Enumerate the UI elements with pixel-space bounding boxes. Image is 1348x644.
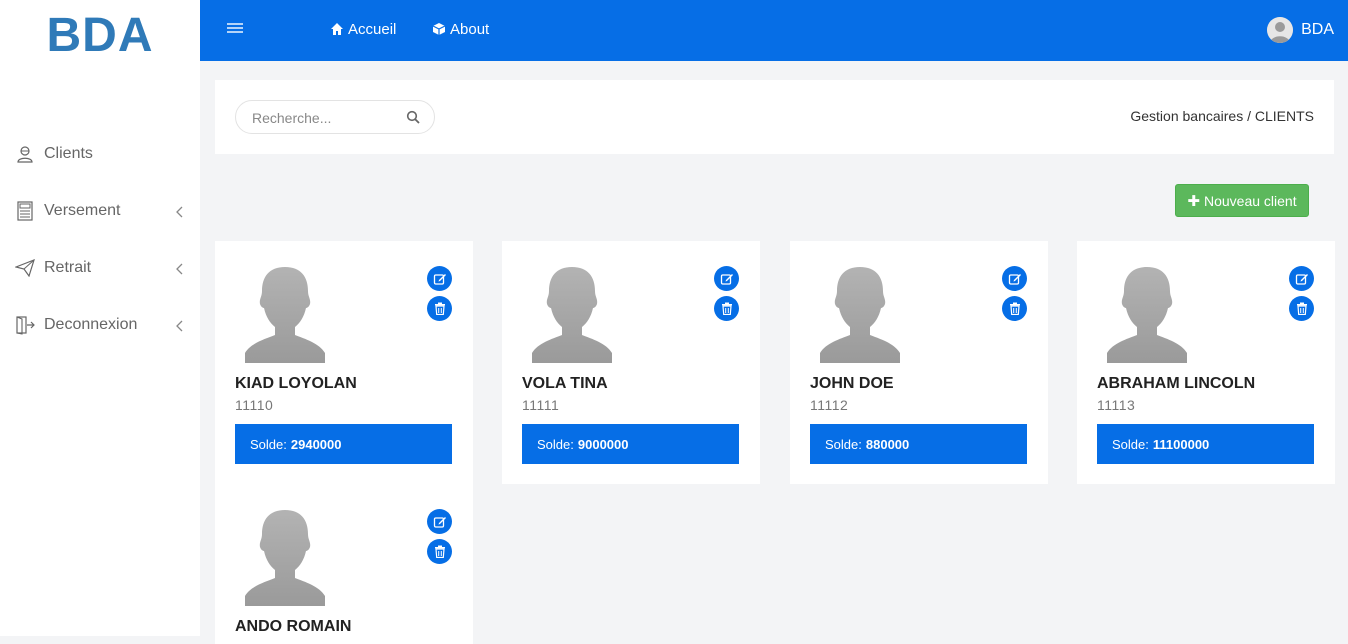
home-icon [330,22,344,36]
topbar: Accueil About BDA [200,0,1348,61]
edit-button[interactable] [1289,266,1314,291]
trash-icon [1009,302,1020,315]
edit-icon [1295,273,1308,285]
trash-icon [434,302,445,315]
client-card: JOHN DOE 11112 Solde: 880000 [790,241,1048,484]
breadcrumb: Gestion bancaires / CLIENTS [1130,108,1314,124]
new-client-label: Nouveau client [1203,192,1297,209]
edit-button[interactable] [714,266,739,291]
client-card: ANDO ROMAIN [215,484,473,644]
client-photo [235,261,335,363]
sidebar-item-deconnexion[interactable]: Deconnexion [14,310,186,340]
solde-label: Solde: [825,436,862,452]
solde-value: 11100000 [1152,436,1210,452]
edit-button[interactable] [1002,266,1027,291]
nav-label: About [450,20,490,38]
client-solde: Solde: 880000 [810,424,1027,464]
chevron-left-icon [174,262,186,275]
plus-icon: ✚ [1187,192,1200,210]
solde-label: Solde: [537,436,574,452]
client-card: VOLA TINA 11111 Solde: 9000000 [502,241,760,484]
client-number: 11111 [522,397,560,413]
paper-plane-icon [14,258,36,278]
search-panel: Gestion bancaires / CLIENTS [215,80,1334,154]
client-photo [522,261,622,363]
delete-button[interactable] [427,296,452,321]
sidebar-item-clients[interactable]: Clients [14,139,186,169]
cube-icon [432,22,446,36]
trash-icon [721,302,732,315]
client-photo [235,504,335,606]
user-menu[interactable]: BDA [1267,16,1334,44]
delete-button[interactable] [714,296,739,321]
menu-toggle-icon[interactable] [226,20,246,38]
chevron-left-icon [174,205,186,218]
solde-label: Solde: [250,436,287,452]
avatar [1267,17,1294,43]
calculator-icon [14,201,36,221]
trash-icon [434,545,445,558]
brand-logo[interactable]: BDA [0,8,200,63]
client-card: KIAD LOYOLAN 11110 Solde: 2940000 [215,241,473,484]
sidebar-item-label: Retrait [44,259,92,276]
client-solde: Solde: 2940000 [235,424,452,464]
client-name: VOLA TINA [522,375,608,392]
chevron-left-icon [174,319,186,332]
sidebar: BDA Clients Versement Retrait Deconnexio… [0,0,200,636]
search-icon[interactable] [406,110,420,124]
sidebar-item-retrait[interactable]: Retrait [14,253,186,283]
delete-button[interactable] [1289,296,1314,321]
solde-label: Solde: [1112,436,1149,452]
nav-accueil-link[interactable]: Accueil [330,19,396,39]
solde-value: 2940000 [290,436,342,452]
sidebar-item-label: Versement [44,202,121,219]
client-name: ABRAHAM LINCOLN [1097,375,1256,392]
trash-icon [1296,302,1307,315]
new-client-button[interactable]: ✚ Nouveau client [1175,184,1309,217]
edit-button[interactable] [427,509,452,534]
client-solde: Solde: 11100000 [1097,424,1314,464]
client-number: 11113 [1097,397,1136,413]
edit-icon [433,516,446,528]
search-input[interactable] [250,107,404,129]
solde-value: 880000 [865,436,910,452]
search-box [235,100,435,134]
client-solde: Solde: 9000000 [522,424,739,464]
edit-button[interactable] [427,266,452,291]
client-name: JOHN DOE [810,375,894,392]
client-name: ANDO ROMAIN [235,618,352,635]
nav-label: Accueil [348,20,397,38]
solde-value: 9000000 [577,436,629,452]
nav-about-link[interactable]: About [432,19,489,39]
client-photo [810,261,910,363]
sidebar-item-label: Deconnexion [44,316,138,333]
sidebar-item-label: Clients [44,145,93,162]
client-name: KIAD LOYOLAN [235,375,357,392]
delete-button[interactable] [427,539,452,564]
door-exit-icon [14,315,36,335]
sidebar-item-versement[interactable]: Versement [14,196,186,226]
edit-icon [1008,273,1021,285]
user-name: BDA [1301,21,1334,38]
edit-icon [720,273,733,285]
user-icon [14,144,36,164]
edit-icon [433,273,446,285]
client-photo [1097,261,1197,363]
client-number: 11112 [810,397,849,413]
delete-button[interactable] [1002,296,1027,321]
client-card: ABRAHAM LINCOLN 11113 Solde: 11100000 [1077,241,1335,484]
client-number: 11110 [235,397,274,413]
